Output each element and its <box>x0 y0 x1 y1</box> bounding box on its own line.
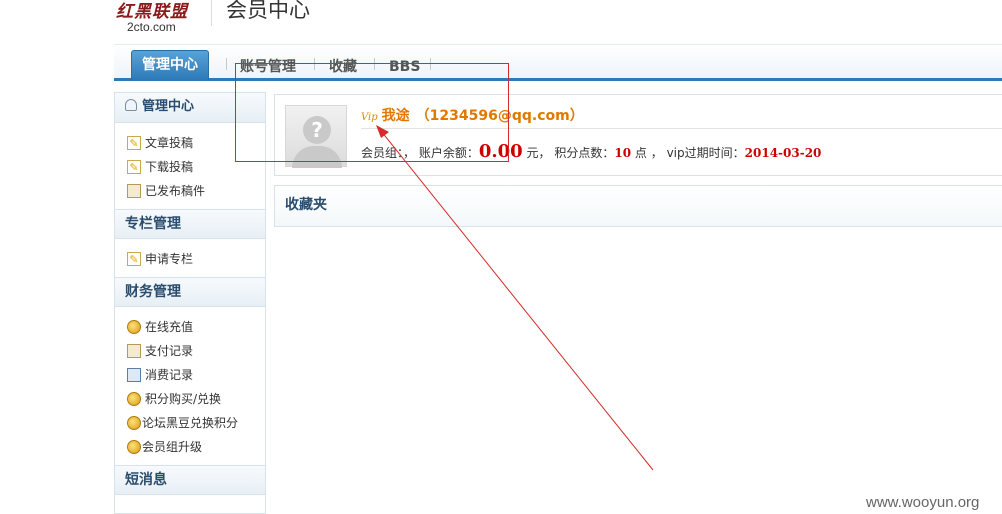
watermark: www.wooyun.org <box>866 494 980 511</box>
annotation-arrow-head <box>376 125 389 138</box>
annotation-arrow-line <box>380 130 654 471</box>
annotation-arrow <box>376 125 654 471</box>
